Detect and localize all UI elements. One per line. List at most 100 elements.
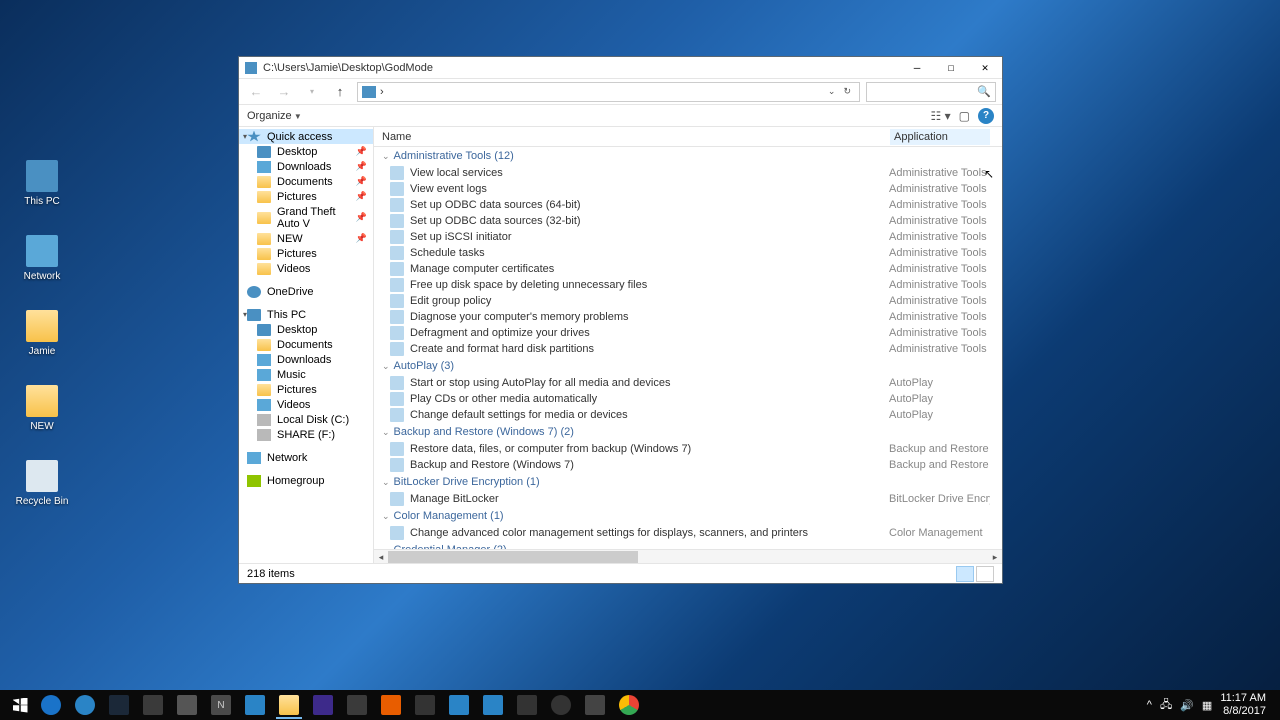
list-item[interactable]: Manage BitLockerBitLocker Drive Encrypti… <box>374 491 998 507</box>
taskbar-app-3[interactable] <box>170 691 204 719</box>
list-item[interactable]: Defragment and optimize your drivesAdmin… <box>374 325 998 341</box>
scroll-left-icon[interactable]: ◂ <box>374 551 388 563</box>
sidebar-item-desktop[interactable]: Desktop <box>239 322 373 337</box>
group-header[interactable]: ⌄Credential Manager (2) <box>374 541 998 549</box>
taskbar-app-5[interactable] <box>238 691 272 719</box>
group-header[interactable]: ⌄Backup and Restore (Windows 7) (2) <box>374 423 998 441</box>
sidebar-item-downloads[interactable]: Downloads📌 <box>239 159 373 174</box>
sidebar-item-pictures[interactable]: Pictures <box>239 382 373 397</box>
clock[interactable]: 11:17 AM 8/8/2017 <box>1220 692 1266 718</box>
tray-volume-icon[interactable]: 🔊 <box>1180 699 1194 712</box>
maximize-button[interactable]: ☐ <box>934 57 968 79</box>
list-item[interactable]: Change default settings for media or dev… <box>374 407 998 423</box>
list-item[interactable]: Backup and Restore (Windows 7)Backup and… <box>374 457 998 473</box>
organize-menu[interactable]: Organize <box>247 110 302 122</box>
sidebar-item-local-disk-c-[interactable]: Local Disk (C:) <box>239 412 373 427</box>
taskbar-obs[interactable] <box>544 691 578 719</box>
taskbar-calc[interactable] <box>408 691 442 719</box>
taskbar-app-11[interactable] <box>578 691 612 719</box>
sidebar-item-pictures[interactable]: Pictures📌 <box>239 189 373 204</box>
list-item[interactable]: Edit group policyAdministrative Tools <box>374 293 998 309</box>
sidebar-item-this-pc[interactable]: ▾This PC <box>239 307 373 322</box>
start-button[interactable] <box>6 691 34 719</box>
taskbar-explorer[interactable] <box>272 691 306 719</box>
list-item[interactable]: Schedule tasksAdministrative Tools <box>374 245 998 261</box>
list-item[interactable]: Create and format hard disk partitionsAd… <box>374 341 998 357</box>
sidebar-item-onedrive[interactable]: OneDrive <box>239 284 373 299</box>
horizontal-scrollbar[interactable]: ◂ ▸ <box>374 549 1002 563</box>
taskbar-app-6[interactable] <box>306 691 340 719</box>
sidebar-item-documents[interactable]: Documents📌 <box>239 174 373 189</box>
nav-pane[interactable]: ▾Quick accessDesktop📌Downloads📌Documents… <box>239 127 374 563</box>
desktop-icon-new[interactable]: NEW <box>12 385 72 432</box>
expand-icon[interactable]: ▾ <box>243 310 247 319</box>
list-item[interactable]: View event logsAdministrative Tools <box>374 181 998 197</box>
taskbar-app-1[interactable] <box>68 691 102 719</box>
taskbar-app-8[interactable] <box>442 691 476 719</box>
help-button[interactable]: ? <box>978 108 994 124</box>
group-header[interactable]: ⌄AutoPlay (3) <box>374 357 998 375</box>
taskbar-app-9[interactable] <box>476 691 510 719</box>
list-item[interactable]: Start or stop using AutoPlay for all med… <box>374 375 998 391</box>
taskbar-vlc[interactable] <box>374 691 408 719</box>
group-header[interactable]: ⌄BitLocker Drive Encryption (1) <box>374 473 998 491</box>
sidebar-item-network[interactable]: Network <box>239 450 373 465</box>
taskbar-app-10[interactable] <box>510 691 544 719</box>
sidebar-item-videos[interactable]: Videos <box>239 397 373 412</box>
minimize-button[interactable]: — <box>900 57 934 79</box>
search-box[interactable]: 🔍 <box>866 82 996 102</box>
sidebar-item-quick-access[interactable]: ▾Quick access <box>239 129 373 144</box>
tray-network-icon[interactable]: 🖧 <box>1160 696 1172 715</box>
taskbar-edge[interactable] <box>34 691 68 719</box>
list-item[interactable]: Free up disk space by deleting unnecessa… <box>374 277 998 293</box>
sidebar-item-downloads[interactable]: Downloads <box>239 352 373 367</box>
list-item[interactable]: Set up iSCSI initiatorAdministrative Too… <box>374 229 998 245</box>
list-item[interactable]: Play CDs or other media automaticallyAut… <box>374 391 998 407</box>
taskbar-app-7[interactable] <box>340 691 374 719</box>
list-item[interactable]: Set up ODBC data sources (32-bit)Adminis… <box>374 213 998 229</box>
sidebar-item-grand-theft-auto-v[interactable]: Grand Theft Auto V📌 <box>239 204 373 231</box>
sidebar-item-homegroup[interactable]: Homegroup <box>239 473 373 488</box>
column-application[interactable]: Application <box>890 129 990 145</box>
taskbar-chrome[interactable] <box>612 691 646 719</box>
column-headers[interactable]: Name Application <box>374 127 1002 147</box>
column-name[interactable]: Name <box>374 131 890 143</box>
taskbar-app-4[interactable]: N <box>204 691 238 719</box>
recent-dropdown[interactable]: ▾ <box>301 81 323 103</box>
thumb-view-button[interactable] <box>976 566 994 582</box>
taskbar[interactable]: N ^ 🖧 🔊 ▦ 11:17 AM 8/8/2017 <box>0 690 1280 720</box>
desktop-icon-this-pc[interactable]: This PC <box>12 160 72 207</box>
tray-app-icon[interactable]: ▦ <box>1202 699 1212 712</box>
titlebar[interactable]: C:\Users\Jamie\Desktop\GodMode — ☐ ✕ <box>239 57 1002 79</box>
address-dropdown-icon[interactable]: ⌄ <box>824 86 840 97</box>
sidebar-item-desktop[interactable]: Desktop📌 <box>239 144 373 159</box>
address-bar[interactable]: › ⌄ ↻ <box>357 82 860 102</box>
view-options-button[interactable]: ☷ ▾ <box>931 109 951 123</box>
sidebar-item-videos[interactable]: Videos <box>239 261 373 276</box>
list-item[interactable]: Change advanced color management setting… <box>374 525 998 541</box>
list-item[interactable]: Diagnose your computer's memory problems… <box>374 309 998 325</box>
expand-icon[interactable]: ▾ <box>243 132 247 141</box>
sidebar-item-music[interactable]: Music <box>239 367 373 382</box>
taskbar-app-2[interactable] <box>136 691 170 719</box>
close-button[interactable]: ✕ <box>968 57 1002 79</box>
desktop-icon-jamie[interactable]: Jamie <box>12 310 72 357</box>
desktop-icon-recycle-bin[interactable]: Recycle Bin <box>12 460 72 507</box>
details-view-button[interactable] <box>956 566 974 582</box>
sidebar-item-pictures[interactable]: Pictures <box>239 246 373 261</box>
preview-pane-button[interactable]: ▢ <box>959 109 970 123</box>
scroll-thumb[interactable] <box>388 551 638 563</box>
sidebar-item-new[interactable]: NEW📌 <box>239 231 373 246</box>
desktop-icon-network[interactable]: Network <box>12 235 72 282</box>
system-tray[interactable]: ^ 🖧 🔊 ▦ 11:17 AM 8/8/2017 <box>1147 692 1274 718</box>
list-item[interactable]: Manage computer certificatesAdministrati… <box>374 261 998 277</box>
group-header[interactable]: ⌄Color Management (1) <box>374 507 998 525</box>
list-item[interactable]: View local servicesAdministrative Tools <box>374 165 998 181</box>
group-header[interactable]: ⌄Administrative Tools (12) <box>374 147 998 165</box>
tray-overflow-icon[interactable]: ^ <box>1147 699 1152 711</box>
item-list[interactable]: ↖ ⌄Administrative Tools (12)View local s… <box>374 147 1002 549</box>
sidebar-item-documents[interactable]: Documents <box>239 337 373 352</box>
list-item[interactable]: Restore data, files, or computer from ba… <box>374 441 998 457</box>
list-item[interactable]: Set up ODBC data sources (64-bit)Adminis… <box>374 197 998 213</box>
refresh-icon[interactable]: ↻ <box>839 86 855 97</box>
